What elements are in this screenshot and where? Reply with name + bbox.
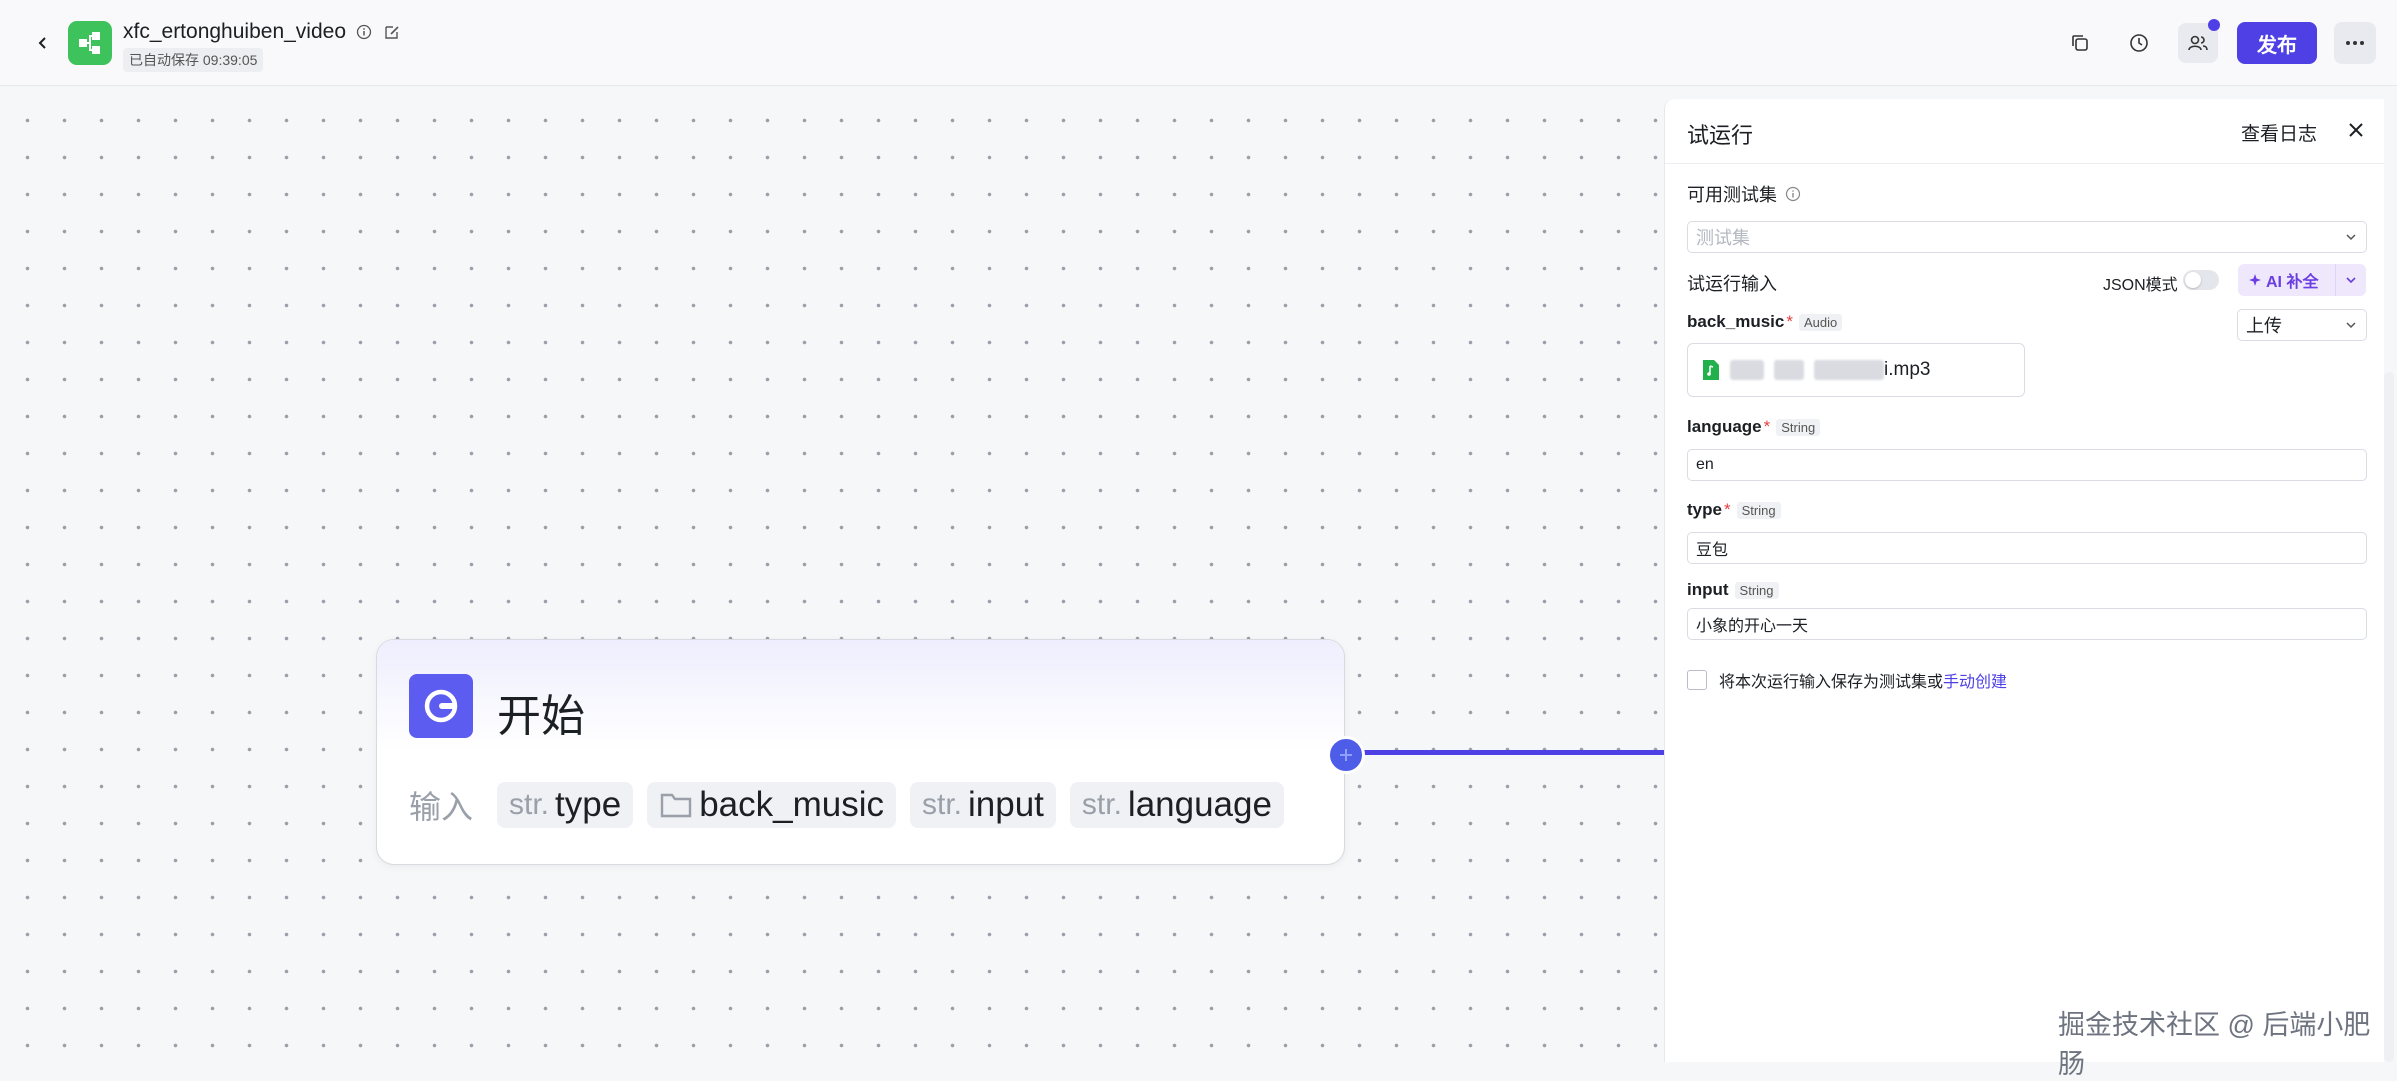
- history-icon: [2130, 34, 2148, 52]
- type-label: str.: [1081, 788, 1122, 821]
- copy-button[interactable]: [2060, 23, 2100, 63]
- audio-file-box[interactable]: i.mp3: [1687, 343, 2025, 397]
- start-icon: [424, 689, 458, 723]
- input-chip-type: str. type: [497, 782, 634, 828]
- save-text: 将本次运行输入保存为测试集或: [1719, 674, 1944, 691]
- run-input-label: 试运行输入: [1687, 274, 1777, 294]
- type-field-label: type * String: [1687, 500, 1781, 520]
- edit-icon[interactable]: [382, 22, 402, 42]
- sparkle-icon: [2249, 274, 2261, 286]
- workflow-icon: [79, 32, 100, 54]
- info-icon[interactable]: [1785, 186, 1801, 202]
- save-test-set-checkbox[interactable]: [1687, 670, 1707, 690]
- workflow-canvas[interactable]: [0, 87, 1664, 1062]
- ai-fill-button[interactable]: AI 补全: [2238, 264, 2366, 296]
- close-button[interactable]: [2341, 115, 2371, 145]
- publish-button[interactable]: 发布: [2237, 22, 2317, 64]
- autosave-badge: 已自动保存 09:39:05: [123, 48, 264, 72]
- more-button[interactable]: [2334, 22, 2376, 64]
- input-field-label: input String: [1687, 580, 1779, 600]
- close-icon: [2349, 123, 2363, 137]
- chevron-down-icon: [2346, 277, 2356, 284]
- audio-file-icon: [1703, 360, 1719, 380]
- chevron-down-icon: [2346, 234, 2356, 241]
- param-name: type: [555, 785, 622, 824]
- json-mode-toggle[interactable]: [2183, 270, 2219, 290]
- connection-edge: [1346, 750, 1664, 755]
- start-node-icon: [409, 674, 473, 738]
- param-name: language: [1127, 785, 1272, 824]
- node-title: 开始: [497, 692, 585, 741]
- panel-title: 试运行: [1687, 123, 1754, 148]
- node-inputs: 输入 str. type back_music str. input str. …: [409, 782, 1284, 828]
- ai-fill-label: AI 补全: [2266, 274, 2319, 291]
- info-icon[interactable]: [354, 22, 374, 42]
- type-input[interactable]: [1687, 532, 2367, 564]
- field-name: back_music: [1687, 312, 1785, 331]
- test-set-select[interactable]: 测试集: [1687, 221, 2367, 253]
- watermark: 掘金技术社区 @ 后端小肥肠: [2058, 1010, 2371, 1079]
- redacted-text: [1774, 360, 1804, 380]
- input-input[interactable]: [1687, 608, 2367, 640]
- top-bar: xfc_ertonghuiben_video 已自动保存 09:39:05 发布: [0, 0, 2397, 86]
- copy-icon: [2072, 35, 2088, 51]
- param-name: input: [968, 785, 1044, 824]
- upload-mode-select[interactable]: 上传: [2237, 309, 2367, 341]
- test-set-label: 可用测试集: [1687, 181, 1801, 207]
- test-run-panel: 试运行 查看日志 可用测试集 测试集 试运行输入 JSON模式 AI 补全 ba…: [1664, 99, 2384, 1062]
- type-tag: String: [1736, 501, 1781, 519]
- collaborators-button[interactable]: [2178, 19, 2220, 63]
- param-name: back_music: [699, 785, 884, 824]
- chevron-down-icon: [2346, 322, 2356, 329]
- manual-create-link[interactable]: 手动创建: [1943, 674, 2007, 691]
- start-node[interactable]: 开始 输入 str. type back_music str. input st…: [376, 639, 1345, 865]
- history-button[interactable]: [2119, 23, 2159, 63]
- type-tag: String: [1734, 581, 1779, 599]
- type-label: str.: [509, 788, 550, 821]
- field-name: type: [1687, 500, 1722, 519]
- panel-scrollbar[interactable]: [2384, 372, 2394, 1062]
- test-set-placeholder: 测试集: [1696, 228, 1750, 248]
- upload-mode-value: 上传: [2246, 316, 2282, 336]
- node-output-port[interactable]: [1327, 736, 1365, 774]
- language-field-label: language * String: [1687, 417, 1821, 437]
- more-icon: [2346, 41, 2364, 45]
- redacted-text: [1814, 360, 1884, 380]
- view-log-button[interactable]: 查看日志: [2241, 119, 2317, 146]
- json-mode-label: JSON模式: [2103, 277, 2178, 294]
- save-as-test-set-row: 将本次运行输入保存为测试集或手动创建: [1687, 668, 2007, 692]
- workflow-app-icon: [68, 21, 112, 65]
- chevron-left-icon: [38, 37, 46, 49]
- type-tag: String: [1776, 418, 1821, 436]
- input-chip-input: str. input: [909, 782, 1056, 828]
- input-chip-language: str. language: [1069, 782, 1284, 828]
- back-button[interactable]: [28, 28, 58, 58]
- plus-icon: [1340, 749, 1352, 761]
- inputs-label: 输入: [409, 789, 474, 825]
- type-tag: Audio: [1798, 313, 1843, 331]
- type-label: str.: [921, 788, 962, 821]
- folder-icon: [660, 793, 692, 818]
- panel-header: 试运行 查看日志: [1665, 99, 2384, 164]
- back-music-field-label: back_music * Audio: [1687, 312, 1843, 332]
- field-name: language: [1687, 417, 1762, 436]
- required-mark: *: [1786, 312, 1793, 331]
- workflow-name: xfc_ertonghuiben_video: [123, 20, 347, 43]
- field-name: input: [1687, 580, 1729, 599]
- users-icon: [2188, 35, 2208, 51]
- language-input[interactable]: [1687, 449, 2367, 481]
- file-name: i.mp3: [1884, 359, 1931, 380]
- ai-fill-dropdown[interactable]: [2335, 264, 2366, 296]
- test-set-label-text: 可用测试集: [1687, 185, 1777, 205]
- required-mark: *: [1763, 417, 1771, 436]
- required-mark: *: [1723, 500, 1731, 519]
- redacted-text: [1730, 360, 1764, 380]
- workflow-title: xfc_ertonghuiben_video: [123, 20, 402, 44]
- notification-dot: [2208, 19, 2220, 31]
- input-chip-back-music: back_music: [647, 782, 896, 828]
